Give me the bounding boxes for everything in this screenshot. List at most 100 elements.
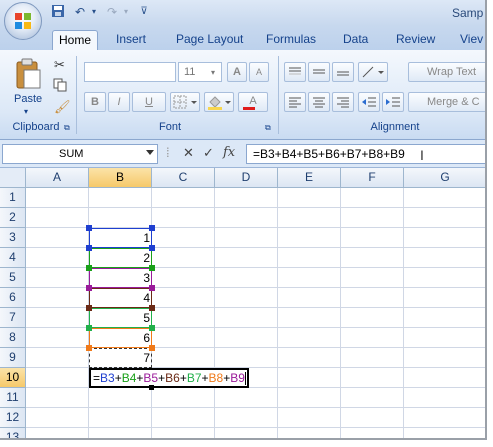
- decrease-indent-button[interactable]: [358, 92, 380, 112]
- gridline: [403, 188, 404, 438]
- text-cursor-icon: I: [420, 147, 424, 163]
- column-header-e[interactable]: E: [278, 168, 341, 188]
- tab-insert[interactable]: Insert: [110, 30, 152, 50]
- formula-ref-b3: B3: [100, 371, 115, 385]
- formula-input[interactable]: =B3+B4+B5+B6+B7+B8+B9: [246, 144, 485, 164]
- format-painter-icon[interactable]: 🖌: [54, 99, 71, 115]
- row-header-10[interactable]: 10: [0, 368, 26, 388]
- align-top-button[interactable]: [284, 62, 306, 82]
- increase-indent-icon: [386, 97, 400, 107]
- fill-color-button[interactable]: [204, 92, 234, 112]
- cell-b8[interactable]: 6: [89, 328, 150, 348]
- borders-icon: [173, 95, 197, 109]
- row-header-5[interactable]: 5: [0, 268, 26, 288]
- tab-data[interactable]: Data: [337, 30, 374, 50]
- paste-button[interactable]: Paste: [14, 93, 42, 105]
- orientation-button[interactable]: [358, 62, 388, 82]
- cell-b7[interactable]: 5: [89, 308, 150, 328]
- select-all-corner[interactable]: [0, 168, 26, 188]
- clipboard-launcher-icon[interactable]: ⧉: [64, 123, 70, 133]
- tab-view[interactable]: Viev: [454, 30, 485, 50]
- undo-dropdown-icon[interactable]: ▾: [86, 4, 102, 20]
- tab-formulas[interactable]: Formulas: [260, 30, 322, 50]
- align-right-button[interactable]: [332, 92, 354, 112]
- cell-b9[interactable]: 7: [89, 348, 150, 368]
- row-header-7[interactable]: 7: [0, 308, 26, 328]
- name-box-dropdown-icon[interactable]: [146, 150, 154, 155]
- row-header-1[interactable]: 1: [0, 188, 26, 208]
- formula-part: =: [93, 371, 101, 385]
- shrink-font-button[interactable]: A: [249, 62, 269, 82]
- cut-icon[interactable]: ✂: [54, 57, 65, 73]
- row-header-9[interactable]: 9: [0, 348, 26, 368]
- row-header-3[interactable]: 3: [0, 228, 26, 248]
- gridline: [26, 207, 485, 208]
- align-left-icon: [289, 97, 301, 108]
- formula-ref-b9: B9: [230, 371, 245, 385]
- row-header-2[interactable]: 2: [0, 208, 26, 228]
- align-center-button[interactable]: [308, 92, 330, 112]
- gridline: [26, 427, 485, 428]
- align-bottom-button[interactable]: [332, 62, 354, 82]
- borders-button[interactable]: [170, 92, 200, 112]
- font-size-field[interactable]: 11: [178, 62, 222, 82]
- redo-dropdown-icon[interactable]: ▾: [118, 4, 134, 20]
- align-center-icon: [313, 97, 325, 108]
- gridline: [214, 188, 215, 438]
- wrap-text-button[interactable]: Wrap Text: [408, 62, 485, 82]
- gridline: [340, 188, 341, 438]
- row-header-13[interactable]: 13: [0, 428, 26, 438]
- row-header-8[interactable]: 8: [0, 328, 26, 348]
- font-size-dropdown-icon[interactable]: ▾: [211, 68, 215, 77]
- office-button[interactable]: [4, 2, 42, 40]
- column-header-b[interactable]: B: [89, 168, 152, 188]
- gridline: [277, 188, 278, 438]
- cancel-icon[interactable]: ✕: [183, 145, 194, 161]
- italic-button[interactable]: I: [108, 92, 130, 112]
- orientation-icon: [362, 66, 384, 78]
- cell-b4[interactable]: 2: [89, 248, 150, 268]
- row-header-12[interactable]: 12: [0, 408, 26, 428]
- column-header-a[interactable]: A: [26, 168, 89, 188]
- align-right-icon: [337, 97, 349, 108]
- align-left-button[interactable]: [284, 92, 306, 112]
- increase-indent-button[interactable]: [382, 92, 404, 112]
- paste-dropdown-icon[interactable]: ▾: [24, 107, 28, 116]
- column-header-c[interactable]: C: [152, 168, 215, 188]
- fill-handle[interactable]: [149, 385, 154, 390]
- cell-b6[interactable]: 4: [89, 288, 150, 308]
- copy-icon[interactable]: [53, 78, 67, 92]
- font-color-button[interactable]: A: [238, 92, 268, 112]
- row-header-11[interactable]: 11: [0, 388, 26, 408]
- align-middle-button[interactable]: [308, 62, 330, 82]
- tab-review[interactable]: Review: [390, 30, 441, 50]
- font-name-field[interactable]: [84, 62, 176, 82]
- save-icon[interactable]: [50, 4, 66, 20]
- underline-button[interactable]: U: [132, 92, 166, 112]
- customize-qat-icon[interactable]: ⊽: [136, 4, 152, 20]
- clipboard-group-label: Clipboard: [12, 121, 60, 133]
- window-title: Samp: [452, 6, 484, 20]
- gridline: [26, 407, 485, 408]
- tab-home[interactable]: Home: [52, 30, 99, 50]
- text-caret: [244, 372, 246, 386]
- group-separator: [278, 56, 279, 134]
- column-header-d[interactable]: D: [215, 168, 278, 188]
- row-header-4[interactable]: 4: [0, 248, 26, 268]
- cell-b5[interactable]: 3: [89, 268, 150, 288]
- grow-font-button[interactable]: A: [227, 62, 247, 82]
- column-header-g[interactable]: G: [404, 168, 485, 188]
- column-header-f[interactable]: F: [341, 168, 404, 188]
- cell-b3[interactable]: 1: [89, 228, 150, 248]
- row-header-6[interactable]: 6: [0, 288, 26, 308]
- name-box[interactable]: SUM: [2, 144, 158, 164]
- paste-icon[interactable]: [14, 58, 42, 90]
- active-cell-b10[interactable]: =B3+B4+B5+B6+B7+B8+B9: [89, 368, 249, 388]
- insert-function-icon[interactable]: fx: [223, 145, 235, 160]
- bold-button[interactable]: B: [84, 92, 106, 112]
- tab-page-layout[interactable]: Page Layout: [170, 30, 249, 50]
- merge-center-button[interactable]: Merge & C: [408, 92, 485, 112]
- align-top-icon: [289, 67, 301, 75]
- font-launcher-icon[interactable]: ⧉: [265, 123, 271, 133]
- enter-icon[interactable]: ✓: [203, 145, 214, 161]
